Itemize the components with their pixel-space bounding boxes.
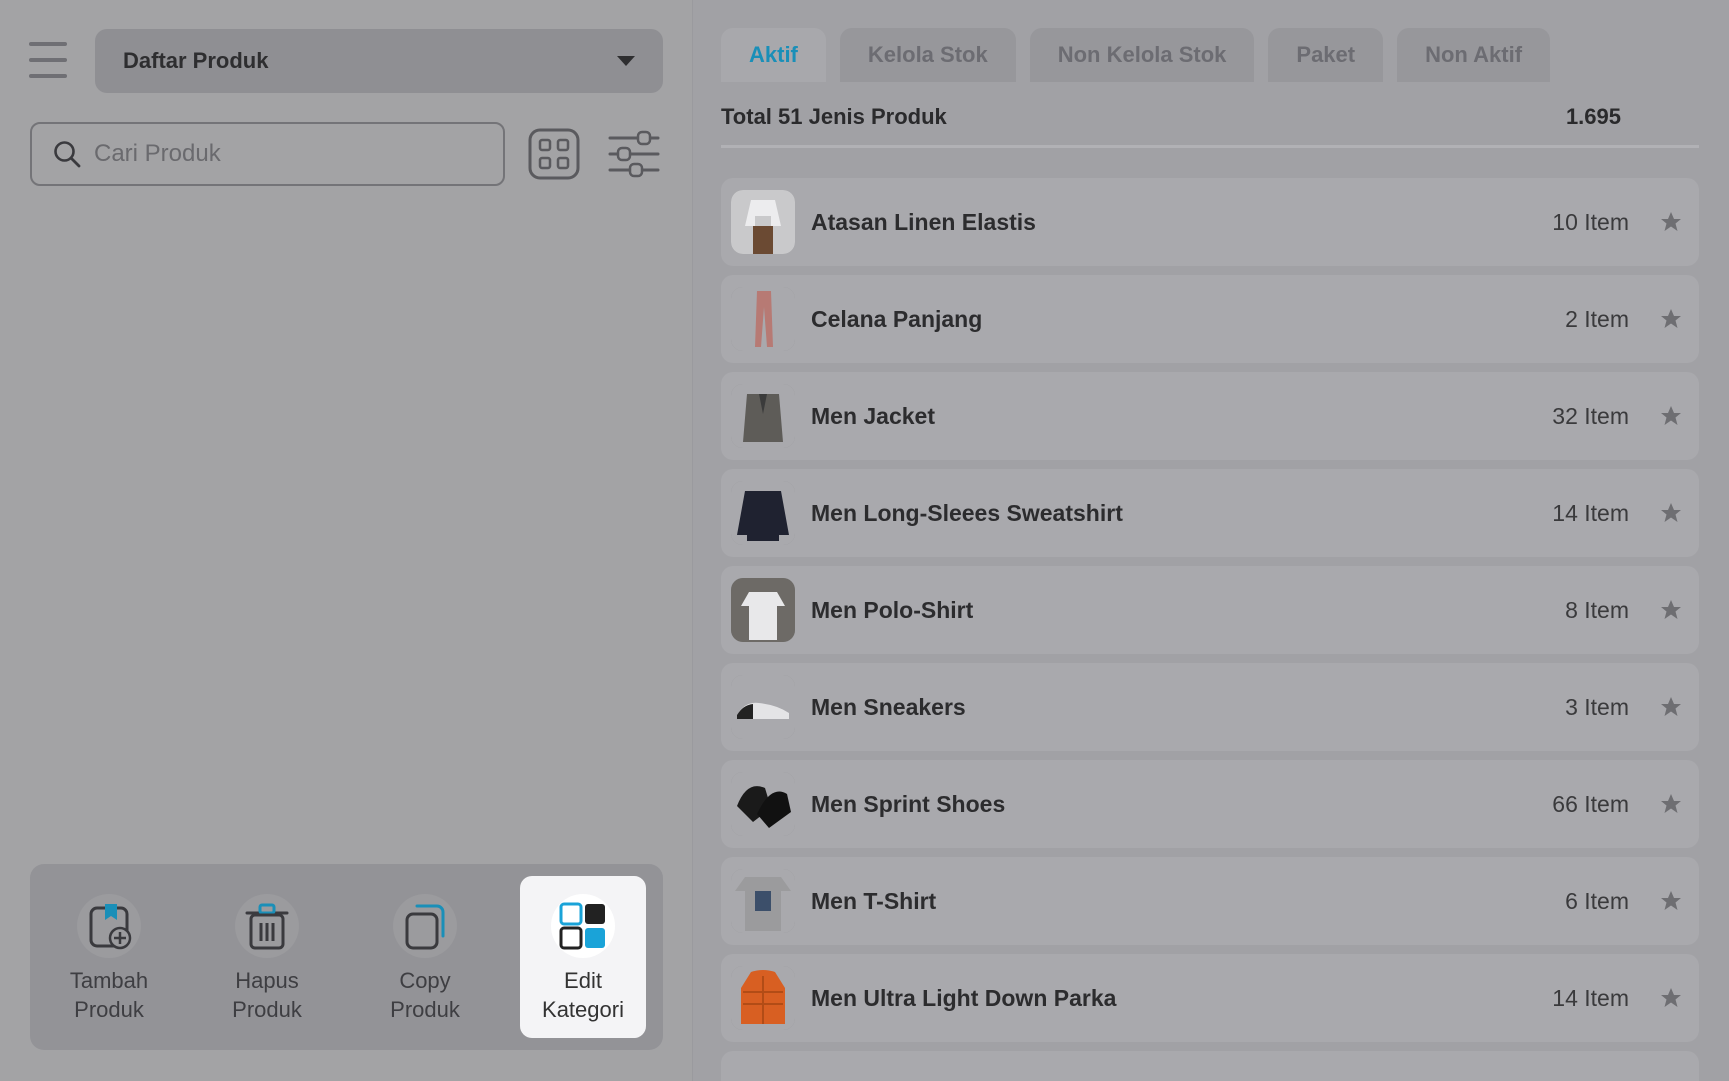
search-icon <box>54 141 81 168</box>
product-thumbnail <box>731 481 795 545</box>
product-qty: 32 Item <box>1552 402 1629 429</box>
hamburger-icon[interactable] <box>29 42 67 78</box>
add-product-icon <box>77 894 141 958</box>
list-item[interactable]: Men Polo-Shirt 8 Item <box>721 566 1699 654</box>
tab-non-kelola-stok[interactable]: Non Kelola Stok <box>1029 28 1255 82</box>
product-qty: 14 Item <box>1552 984 1629 1011</box>
product-name: Men Sprint Shoes <box>811 790 1006 817</box>
star-icon[interactable] <box>1653 889 1689 913</box>
product-thumbnail <box>731 675 795 739</box>
star-icon[interactable] <box>1653 695 1689 719</box>
product-qty: 6 Item <box>1565 887 1629 914</box>
product-thumbnail <box>731 966 795 1030</box>
star-icon[interactable] <box>1653 501 1689 525</box>
product-thumbnail <box>731 287 795 351</box>
left-panel: Daftar Produk Cari Produk Tambah Produk … <box>0 0 692 1081</box>
product-view-dropdown[interactable]: Daftar Produk <box>95 29 663 93</box>
edit-category-label: Edit Kategori <box>542 968 624 1022</box>
product-name: Men T-Shirt <box>811 887 937 914</box>
star-icon[interactable] <box>1653 986 1689 1010</box>
list-item[interactable]: Men Sneakers 3 Item <box>721 663 1699 751</box>
tab-non-aktif[interactable]: Non Aktif <box>1397 28 1551 82</box>
product-thumbnail <box>731 869 795 933</box>
product-name: Atasan Linen Elastis <box>811 208 1036 235</box>
action-bar: Tambah Produk Hapus Produk Copy Produk E… <box>30 864 663 1050</box>
add-product-button[interactable]: Tambah Produk <box>46 876 172 1038</box>
copy-product-button[interactable]: Copy Produk <box>362 876 488 1038</box>
product-qty: 2 Item <box>1565 305 1629 332</box>
product-name: Men Sneakers <box>811 693 966 720</box>
product-name: Men Long-Sleees Sweatshirt <box>811 499 1123 526</box>
product-qty: 66 Item <box>1552 790 1629 817</box>
product-name: Men Polo-Shirt <box>811 596 974 623</box>
list-item[interactable]: Men Jacket 32 Item <box>721 372 1699 460</box>
copy-product-label: Copy Produk <box>390 968 460 1022</box>
product-qty: 10 Item <box>1552 208 1629 235</box>
list-item[interactable]: Atasan Linen Elastis 10 Item <box>721 178 1699 266</box>
dropdown-label: Daftar Produk <box>123 48 269 73</box>
star-icon[interactable] <box>1653 210 1689 234</box>
product-name: Celana Panjang <box>811 305 983 332</box>
summary-label: Total 51 Jenis Produk <box>721 104 947 129</box>
product-qty: 14 Item <box>1552 499 1629 526</box>
star-icon[interactable] <box>1653 792 1689 816</box>
product-tabs: Aktif Kelola Stok Non Kelola Stok Paket … <box>721 28 1551 82</box>
copy-icon <box>393 894 457 958</box>
summary-total: 1.695 <box>1565 104 1621 129</box>
product-qty: 8 Item <box>1565 596 1629 623</box>
star-icon[interactable] <box>1653 598 1689 622</box>
star-icon[interactable] <box>1653 307 1689 331</box>
delete-product-label: Hapus Produk <box>232 968 302 1022</box>
category-grid-icon <box>551 894 615 958</box>
list-item[interactable]: Celana Panjang 2 Item <box>721 275 1699 363</box>
add-product-label: Tambah Produk <box>69 968 149 1022</box>
product-name: Men Jacket <box>811 402 936 429</box>
product-qty: 3 Item <box>1565 693 1629 720</box>
product-thumbnail <box>731 384 795 448</box>
product-thumbnail <box>731 578 795 642</box>
star-icon[interactable] <box>1653 404 1689 428</box>
search-input[interactable] <box>94 140 474 168</box>
summary-divider <box>721 145 1699 148</box>
chevron-down-icon <box>617 56 635 66</box>
product-thumbnail <box>731 190 795 254</box>
product-list: Atasan Linen Elastis 10 Item Celana Panj… <box>721 178 1699 1081</box>
delete-product-button[interactable]: Hapus Produk <box>204 876 330 1038</box>
trash-icon <box>235 894 299 958</box>
barcode-scan-icon[interactable] <box>528 128 580 180</box>
tab-aktif[interactable]: Aktif <box>721 28 826 82</box>
list-item[interactable]: Men T-Shirt 6 Item <box>721 857 1699 945</box>
product-thumbnail <box>731 772 795 836</box>
product-name: Men Ultra Light Down Parka <box>811 984 1117 1011</box>
list-item[interactable]: Men Ultra Light Down Parka 14 Item <box>721 954 1699 1042</box>
list-item-partial[interactable] <box>721 1051 1699 1081</box>
edit-category-button[interactable]: Edit Kategori <box>520 876 646 1038</box>
tab-kelola-stok[interactable]: Kelola Stok <box>839 28 1016 82</box>
product-summary: Total 51 Jenis Produk 1.695 <box>721 104 1677 130</box>
search-box[interactable] <box>30 122 505 186</box>
tab-paket[interactable]: Paket <box>1268 28 1384 82</box>
filter-sliders-icon[interactable] <box>606 128 662 180</box>
list-item[interactable]: Men Sprint Shoes 66 Item <box>721 760 1699 848</box>
list-item[interactable]: Men Long-Sleees Sweatshirt 14 Item <box>721 469 1699 557</box>
right-panel: Aktif Kelola Stok Non Kelola Stok Paket … <box>693 0 1729 1081</box>
